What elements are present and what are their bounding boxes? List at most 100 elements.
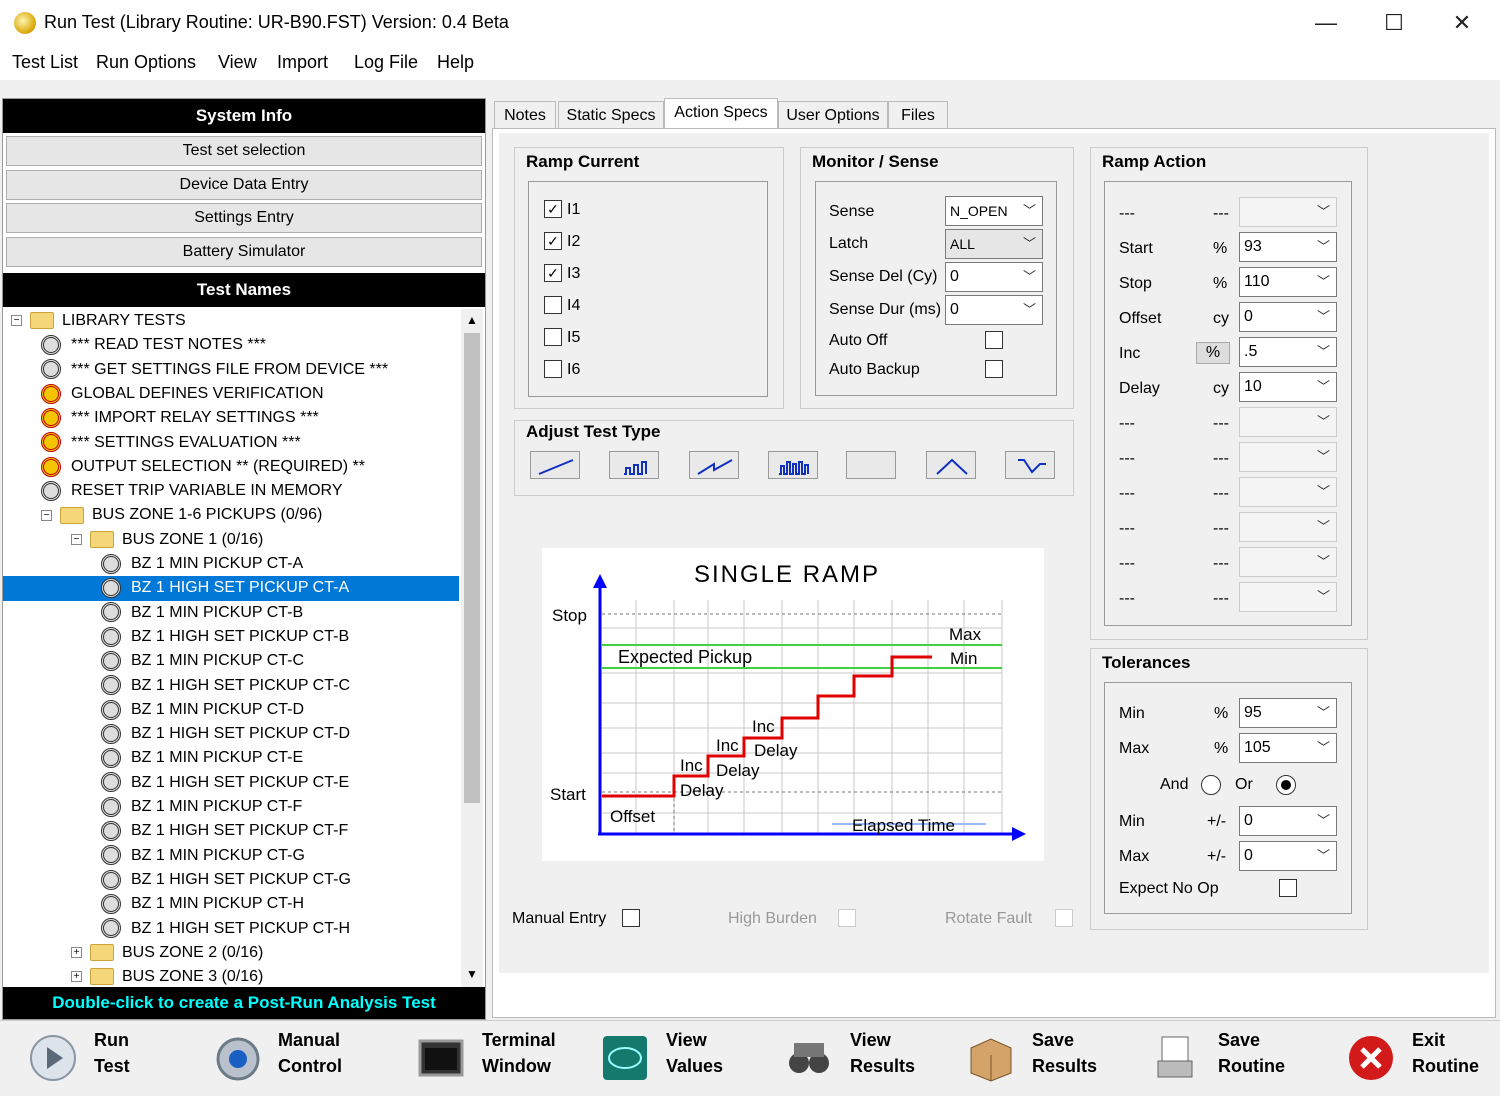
inc-unit-button[interactable]: %	[1196, 342, 1230, 364]
exit-button[interactable]: Exit Routine	[1346, 1027, 1500, 1091]
multi-pulse-button[interactable]	[768, 451, 818, 479]
tree-item[interactable]: BZ 1 HIGH SET PICKUP CT-G	[3, 868, 459, 892]
tree-item[interactable]: BZ 1 HIGH SET PICKUP CT-D	[3, 722, 459, 746]
tree-item[interactable]: *** SETTINGS EVALUATION ***	[3, 431, 459, 455]
tree-item[interactable]: BZ 1 MIN PICKUP CT-A	[3, 552, 459, 576]
auto-off-checkbox[interactable]	[985, 331, 1003, 349]
manual-control-button[interactable]: Manual Control	[212, 1027, 382, 1091]
tab-notes[interactable]: Notes	[494, 101, 556, 129]
tree-item[interactable]: BZ 1 MIN PICKUP CT-C	[3, 649, 459, 673]
scroll-thumb[interactable]	[464, 333, 480, 803]
tab-static-specs[interactable]: Static Specs	[558, 101, 664, 129]
menu-import[interactable]: Import	[277, 52, 328, 73]
expand-icon[interactable]: +	[71, 947, 82, 959]
device-data-entry-button[interactable]: Device Data Entry	[6, 170, 482, 200]
tree-item[interactable]: BZ 1 MIN PICKUP CT-F	[3, 795, 459, 819]
auto-backup-checkbox[interactable]	[985, 360, 1003, 378]
tree-item[interactable]: *** IMPORT RELAY SETTINGS ***	[3, 406, 459, 430]
collapse-icon[interactable]: −	[41, 509, 52, 521]
tree-item[interactable]: BZ 1 HIGH SET PICKUP CT-A	[3, 576, 459, 601]
tree-item[interactable]: BZ 1 HIGH SET PICKUP CT-E	[3, 771, 459, 795]
manual-entry-checkbox[interactable]	[622, 909, 640, 927]
sense-del-select[interactable]: 0 ﹀	[945, 262, 1043, 292]
ramp-action-select[interactable]: 0 ﹀	[1239, 302, 1337, 332]
ramp-action-select[interactable]: .5 ﹀	[1239, 337, 1337, 367]
tree-item[interactable]: + BUS ZONE 3 (0/16)	[3, 965, 459, 987]
or-radio[interactable]	[1276, 775, 1296, 795]
high-burden-checkbox[interactable]	[838, 909, 856, 927]
menu-view[interactable]: View	[218, 52, 257, 73]
tree-item[interactable]: BZ 1 HIGH SET PICKUP CT-C	[3, 674, 459, 698]
step-down-button[interactable]	[1005, 451, 1055, 479]
menu-test-list[interactable]: Test List	[12, 52, 78, 73]
collapse-icon[interactable]: −	[11, 315, 22, 327]
test-set-selection-button[interactable]: Test set selection	[6, 136, 482, 166]
tree-item[interactable]: BZ 1 MIN PICKUP CT-D	[3, 698, 459, 722]
tree-item[interactable]: BZ 1 MIN PICKUP CT-E	[3, 746, 459, 770]
maximize-button[interactable]: ☐	[1364, 4, 1424, 42]
tab-files[interactable]: Files	[888, 101, 948, 129]
terminal-button[interactable]: Terminal Window	[416, 1027, 586, 1091]
tree-item[interactable]: − BUS ZONE 1-6 PICKUPS (0/96)	[3, 503, 459, 527]
values-button[interactable]: View Values	[600, 1027, 770, 1091]
latch-select[interactable]: ALL ﹀	[945, 229, 1043, 259]
menu-log-file[interactable]: Log File	[354, 52, 418, 73]
tab-user-options[interactable]: User Options	[778, 101, 888, 129]
menu-run-options[interactable]: Run Options	[96, 52, 196, 73]
expect-no-op-checkbox[interactable]	[1279, 879, 1297, 897]
tree-item[interactable]: BZ 1 HIGH SET PICKUP CT-H	[3, 917, 459, 941]
tree-item[interactable]: RESET TRIP VARIABLE IN MEMORY	[3, 479, 459, 503]
minimize-button[interactable]: —	[1296, 4, 1356, 42]
close-button[interactable]: ✕	[1432, 4, 1492, 42]
tree-scrollbar[interactable]: ▲ ▼	[461, 309, 483, 987]
save-routine-button[interactable]: Save Routine	[1152, 1027, 1322, 1091]
binoculars-button[interactable]: View Results	[784, 1027, 954, 1091]
current-i3-checkbox[interactable]: ✓	[544, 264, 562, 282]
double-ramp-button[interactable]	[689, 451, 739, 479]
scroll-down-icon[interactable]: ▼	[461, 963, 483, 985]
single-ramp-button[interactable]	[530, 451, 580, 479]
tree-item[interactable]: − LIBRARY TESTS	[3, 309, 459, 333]
pulse-ramp-button[interactable]	[609, 451, 659, 479]
ramp-action-select[interactable]: 110 ﹀	[1239, 267, 1337, 297]
sense-select[interactable]: N_OPEN ﹀	[945, 196, 1043, 226]
tol-min2-select[interactable]: 0 ﹀	[1239, 806, 1337, 836]
tab-action-specs[interactable]: Action Specs	[664, 98, 778, 130]
current-i2-checkbox[interactable]: ✓	[544, 232, 562, 250]
tol-min-select[interactable]: 95 ﹀	[1239, 698, 1337, 728]
tree-item[interactable]: GLOBAL DEFINES VERIFICATION	[3, 382, 459, 406]
tree-item-label: *** SETTINGS EVALUATION ***	[71, 433, 301, 451]
current-i5-checkbox[interactable]	[544, 328, 562, 346]
expand-icon[interactable]: +	[71, 971, 82, 983]
sense-dur-select[interactable]: 0 ﹀	[945, 295, 1043, 325]
and-radio[interactable]	[1201, 775, 1221, 795]
menu-help[interactable]: Help	[437, 52, 474, 73]
tree-item[interactable]: *** READ TEST NOTES ***	[3, 333, 459, 357]
collapse-icon[interactable]: −	[71, 533, 82, 545]
tree-item[interactable]: + BUS ZONE 2 (0/16)	[3, 941, 459, 965]
rotate-fault-checkbox[interactable]	[1055, 909, 1073, 927]
box-button[interactable]: Save Results	[966, 1027, 1136, 1091]
current-i6-checkbox[interactable]	[544, 360, 562, 378]
blank-type-button[interactable]	[846, 451, 896, 479]
tree-item[interactable]: BZ 1 HIGH SET PICKUP CT-B	[3, 625, 459, 649]
tol-max-select[interactable]: 105 ﹀	[1239, 733, 1337, 763]
tree-item[interactable]: OUTPUT SELECTION ** (REQUIRED) **	[3, 455, 459, 479]
tree-item[interactable]: − BUS ZONE 1 (0/16)	[3, 528, 459, 552]
tree-item[interactable]: BZ 1 MIN PICKUP CT-B	[3, 601, 459, 625]
settings-entry-button[interactable]: Settings Entry	[6, 203, 482, 233]
ramp-action-select[interactable]: 10 ﹀	[1239, 372, 1337, 402]
scroll-up-icon[interactable]: ▲	[461, 309, 483, 331]
current-i4-checkbox[interactable]	[544, 296, 562, 314]
tree-item[interactable]: BZ 1 HIGH SET PICKUP CT-F	[3, 819, 459, 843]
current-i1-checkbox[interactable]: ✓	[544, 200, 562, 218]
ramp-action-select[interactable]: 93 ﹀	[1239, 232, 1337, 262]
test-tree[interactable]: − LIBRARY TESTS *** READ TEST NOTES *** ***…	[3, 309, 459, 987]
tree-item[interactable]: *** GET SETTINGS FILE FROM DEVICE ***	[3, 358, 459, 382]
play-button[interactable]: Run Test	[28, 1027, 198, 1091]
tree-item[interactable]: BZ 1 MIN PICKUP CT-G	[3, 844, 459, 868]
battery-simulator-button[interactable]: Battery Simulator	[6, 237, 482, 267]
tree-item[interactable]: BZ 1 MIN PICKUP CT-H	[3, 892, 459, 916]
peak-button[interactable]	[926, 451, 976, 479]
tol-max2-select[interactable]: 0 ﹀	[1239, 841, 1337, 871]
